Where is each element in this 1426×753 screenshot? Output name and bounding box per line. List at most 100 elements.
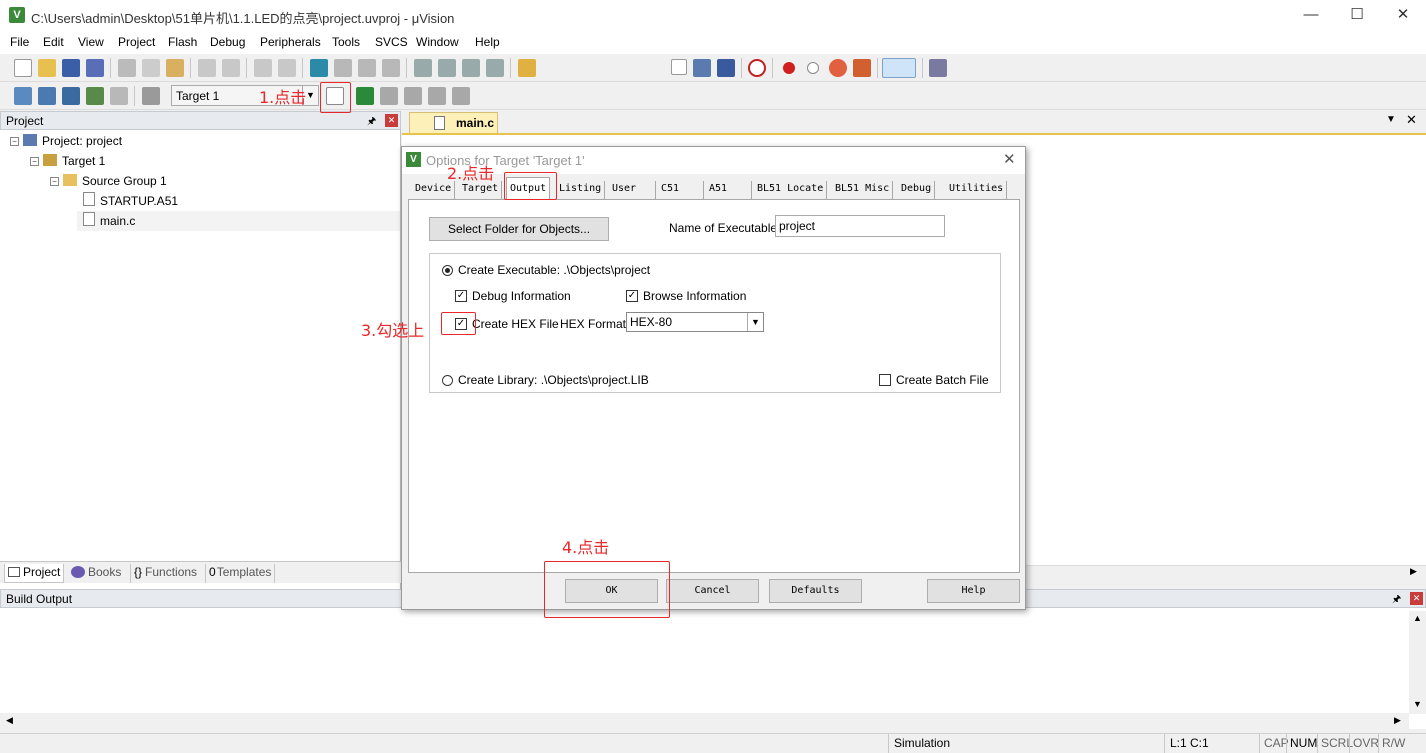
debug-information-checkbox[interactable]: ✓ [455, 290, 467, 302]
bookmark-icon[interactable] [310, 59, 328, 77]
multi-project-icon[interactable] [452, 87, 470, 105]
create-executable-radio[interactable] [442, 265, 453, 276]
tree-item-startup[interactable]: STARTUP.A51 [83, 191, 178, 211]
editor-tabs-dropdown-icon[interactable]: ▼ [1386, 114, 1396, 125]
menu-flash[interactable]: Flash [168, 35, 197, 49]
menu-tools[interactable]: Tools [332, 35, 360, 49]
pin-icon[interactable]: 🖈 [1392, 592, 1401, 609]
paste-icon[interactable] [166, 59, 184, 77]
find-in-files-icon[interactable] [518, 59, 536, 77]
menu-project[interactable]: Project [118, 35, 155, 49]
find-icon[interactable] [693, 59, 711, 77]
navigate-back-icon[interactable] [254, 59, 272, 77]
create-library-radio[interactable] [442, 375, 453, 386]
menu-view[interactable]: View [78, 35, 104, 49]
build-icon[interactable] [38, 87, 56, 105]
breakpoint-icon[interactable] [783, 62, 795, 74]
clear-bookmarks-icon[interactable] [382, 59, 400, 77]
minimize-button[interactable]: — [1288, 0, 1334, 32]
cut-icon[interactable] [118, 59, 136, 77]
disable-all-breakpoints-icon[interactable] [853, 59, 871, 77]
hex-format-select[interactable]: HEX-80 ▼ [626, 312, 764, 332]
open-file-icon[interactable] [38, 59, 56, 77]
unindent-icon[interactable] [438, 59, 456, 77]
window-layout-icon[interactable] [882, 58, 916, 78]
search-combo-dropdown-icon[interactable] [671, 59, 687, 75]
tab-bl51-locate[interactable]: BL51 Locate [754, 181, 828, 199]
indent-icon[interactable] [414, 59, 432, 77]
close-window-button[interactable]: ✕ [1380, 0, 1426, 32]
help-button[interactable]: Help [927, 579, 1020, 603]
tab-project[interactable]: Project [4, 564, 65, 583]
name-of-executable-input[interactable]: project [775, 215, 945, 237]
tab-c51[interactable]: C51 [658, 181, 704, 199]
scroll-right-icon[interactable]: ▶ [1394, 715, 1401, 726]
menu-file[interactable]: File [10, 35, 29, 49]
menu-window[interactable]: Window [416, 35, 459, 49]
defaults-button[interactable]: Defaults [769, 579, 862, 603]
next-bookmark-icon[interactable] [358, 59, 376, 77]
tab-templates[interactable]: 0Templates [205, 564, 276, 583]
tab-bl51-misc[interactable]: BL51 Misc [832, 181, 894, 199]
scroll-down-icon[interactable]: ▼ [1413, 699, 1422, 709]
save-all-icon[interactable] [86, 59, 104, 77]
tab-listing[interactable]: Listing [556, 181, 606, 199]
collapse-icon[interactable]: − [30, 157, 39, 166]
manage-rte-icon[interactable] [404, 87, 422, 105]
menu-debug[interactable]: Debug [210, 35, 245, 49]
scroll-right-icon[interactable]: ▶ [1410, 566, 1417, 577]
download-icon[interactable] [142, 87, 160, 105]
batch-build-icon[interactable] [86, 87, 104, 105]
redo-icon[interactable] [222, 59, 240, 77]
scroll-up-icon[interactable]: ▲ [1413, 613, 1422, 623]
pack-installer-icon[interactable] [428, 87, 446, 105]
kill-breakpoints-icon[interactable] [829, 59, 847, 77]
create-batch-file-checkbox[interactable] [879, 374, 891, 386]
rebuild-icon[interactable] [62, 87, 80, 105]
save-icon[interactable] [62, 59, 80, 77]
navigate-forward-icon[interactable] [278, 59, 296, 77]
dialog-close-button[interactable]: ✕ [1003, 150, 1016, 168]
close-panel-icon[interactable]: ✕ [385, 114, 398, 127]
manage-project-items-icon[interactable] [356, 87, 374, 105]
collapse-icon[interactable]: − [10, 137, 19, 146]
menu-help[interactable]: Help [475, 35, 500, 49]
editor-tab-main-c[interactable]: main.c [409, 112, 498, 133]
editor-close-icon[interactable]: ✕ [1406, 112, 1417, 128]
menu-peripherals[interactable]: Peripherals [260, 35, 321, 49]
tab-books[interactable]: Books [68, 564, 124, 583]
browse-information-checkbox[interactable]: ✓ [626, 290, 638, 302]
comment-icon[interactable] [462, 59, 480, 77]
scroll-left-icon[interactable]: ◀ [6, 715, 13, 726]
pin-icon[interactable]: 🖈 [367, 114, 376, 131]
menu-svcs[interactable]: SVCS [375, 35, 408, 49]
close-panel-icon[interactable]: ✕ [1410, 592, 1423, 605]
build-output-horizontal-scrollbar[interactable]: ◀ ▶ [0, 713, 1409, 729]
new-file-icon[interactable] [14, 59, 32, 77]
tree-item-main-c[interactable]: main.c [77, 211, 400, 231]
disable-breakpoint-icon[interactable] [807, 62, 819, 74]
select-folder-button[interactable]: Select Folder for Objects... [429, 217, 609, 241]
tree-item-target[interactable]: − Target 1 [30, 151, 105, 171]
tab-functions[interactable]: {} Functions [130, 564, 200, 583]
configure-tools-icon[interactable] [929, 59, 947, 77]
tab-debug[interactable]: Debug [898, 181, 936, 199]
tab-utilities[interactable]: Utilities [946, 181, 1008, 199]
prev-bookmark-icon[interactable] [334, 59, 352, 77]
incremental-find-icon[interactable] [717, 59, 735, 77]
select-packs-icon[interactable] [380, 87, 398, 105]
cancel-button[interactable]: Cancel [666, 579, 759, 603]
collapse-icon[interactable]: − [50, 177, 59, 186]
stop-build-icon[interactable] [110, 87, 128, 105]
menu-edit[interactable]: Edit [43, 35, 64, 49]
editor-horizontal-scrollbar[interactable]: ▶ [1010, 565, 1426, 579]
maximize-button[interactable]: ☐ [1334, 0, 1380, 32]
translate-icon[interactable] [14, 87, 32, 105]
undo-icon[interactable] [198, 59, 216, 77]
debug-session-icon[interactable] [748, 59, 766, 77]
tree-item-project[interactable]: − Project: project [10, 131, 122, 151]
tree-item-source-group[interactable]: − Source Group 1 [50, 171, 167, 191]
copy-icon[interactable] [142, 59, 160, 77]
tab-a51[interactable]: A51 [706, 181, 752, 199]
build-output-vertical-scrollbar[interactable]: ▲ ▼ [1409, 611, 1426, 714]
